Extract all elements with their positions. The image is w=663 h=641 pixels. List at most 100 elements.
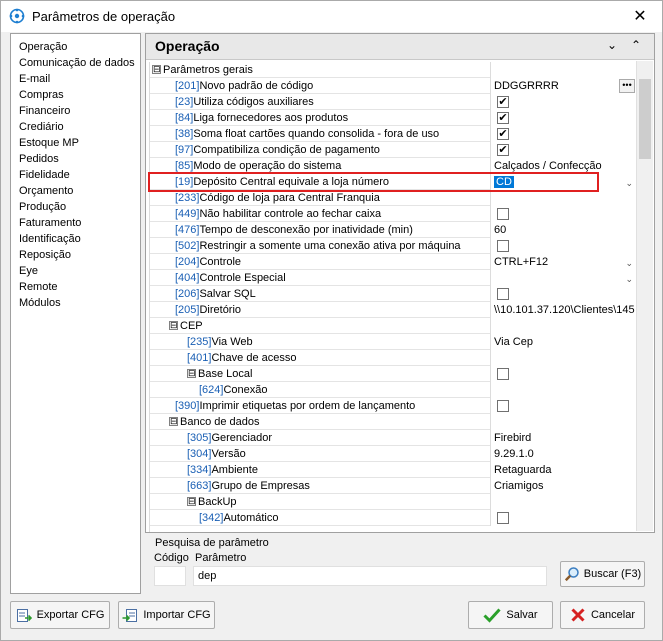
cancel-button[interactable]: Cancelar bbox=[560, 601, 645, 629]
sidebar-item[interactable]: Operação bbox=[11, 39, 140, 55]
parameter-row[interactable]: [23]Utiliza códigos auxiliares ✔ bbox=[150, 94, 636, 110]
checkbox[interactable]: ✔ bbox=[497, 144, 509, 156]
parameter-value[interactable] bbox=[490, 510, 636, 526]
checkbox[interactable] bbox=[497, 240, 509, 252]
parameter-row[interactable]: [502]Restringir a somente uma conexão at… bbox=[150, 238, 636, 254]
checkbox[interactable] bbox=[497, 400, 509, 412]
export-cfg-button[interactable]: Exportar CFG bbox=[10, 601, 110, 629]
collapse-toggle-icon[interactable]: ⊟ bbox=[187, 369, 196, 378]
parameter-value[interactable] bbox=[490, 382, 636, 398]
sidebar-item[interactable]: Reposição bbox=[11, 247, 140, 263]
sidebar-item[interactable]: Identificação bbox=[11, 231, 140, 247]
parameter-value[interactable] bbox=[490, 286, 636, 302]
parameter-value[interactable]: ✔ bbox=[490, 142, 636, 158]
parameter-row[interactable]: [205]Diretório \\10.101.37.120\Clientes\1… bbox=[150, 302, 636, 318]
parameter-row[interactable]: [206]Salvar SQL bbox=[150, 286, 636, 302]
group-row[interactable]: ⊟ BackUp bbox=[150, 494, 636, 510]
parameter-row[interactable]: [401]Chave de acesso bbox=[150, 350, 636, 366]
parameter-row[interactable]: [449]Não habilitar controle ao fechar ca… bbox=[150, 206, 636, 222]
sidebar-item[interactable]: Pedidos bbox=[11, 151, 140, 167]
search-button[interactable]: Buscar (F3) bbox=[560, 561, 645, 587]
collapse-toggle-icon[interactable]: ⊟ bbox=[187, 497, 196, 506]
parameter-row[interactable]: [334]Ambiente Retaguarda bbox=[150, 462, 636, 478]
checkbox[interactable]: ✔ bbox=[497, 128, 509, 140]
parameter-row[interactable]: [38]Soma float cartões quando consolida … bbox=[150, 126, 636, 142]
sidebar-item[interactable]: Crediário bbox=[11, 119, 140, 135]
sidebar-item[interactable]: Eye bbox=[11, 263, 140, 279]
parameter-value[interactable]: Firebird bbox=[490, 430, 636, 446]
parameter-value[interactable]: Via Cep bbox=[490, 334, 636, 350]
sidebar-item[interactable]: Estoque MP bbox=[11, 135, 140, 151]
parameter-row[interactable]: [305]Gerenciador Firebird bbox=[150, 430, 636, 446]
collapse-toggle-icon[interactable]: ⊟ bbox=[169, 417, 178, 426]
group-row[interactable]: ⊟ CEP bbox=[150, 318, 636, 334]
parameter-value[interactable] bbox=[490, 414, 636, 430]
parameter-value[interactable]: Criamigos bbox=[490, 478, 636, 494]
parameter-value[interactable] bbox=[490, 62, 636, 78]
checkbox[interactable] bbox=[497, 288, 509, 300]
parameter-row[interactable]: [233]Código de loja para Central Franqui… bbox=[150, 190, 636, 206]
checkbox[interactable]: ✔ bbox=[497, 112, 509, 124]
parameter-value[interactable]: ⌄ bbox=[490, 270, 636, 286]
sidebar-item[interactable]: Produção bbox=[11, 199, 140, 215]
parameter-value[interactable]: ✔ bbox=[490, 94, 636, 110]
parameter-value[interactable]: 9.29.1.0 bbox=[490, 446, 636, 462]
checkbox[interactable]: ✔ bbox=[497, 96, 509, 108]
parameter-value[interactable]: DDGGRRRR ••• bbox=[490, 78, 636, 94]
chevron-down-icon[interactable]: ⌄ bbox=[625, 175, 633, 190]
close-button[interactable]: ✕ bbox=[618, 2, 662, 30]
parameter-value[interactable] bbox=[490, 190, 636, 206]
parameter-value[interactable]: \\10.101.37.120\Clientes\145 bbox=[490, 302, 636, 318]
category-list[interactable]: Operação Comunicação de dados E-mail Compra… bbox=[10, 33, 141, 594]
parameter-value[interactable]: 60 bbox=[490, 222, 636, 238]
collapse-toggle-icon[interactable]: ⊟ bbox=[152, 65, 161, 74]
sidebar-item[interactable]: Remote bbox=[11, 279, 140, 295]
parameter-row[interactable]: [476]Tempo de desconexão por inatividade… bbox=[150, 222, 636, 238]
ellipsis-button[interactable]: ••• bbox=[619, 79, 635, 93]
collapse-all-icon[interactable]: ⌄ bbox=[604, 38, 620, 54]
checkbox[interactable] bbox=[497, 208, 509, 220]
parameter-row[interactable]: [97]Compatibiliza condição de pagamento ✔ bbox=[150, 142, 636, 158]
parameter-value[interactable] bbox=[490, 366, 636, 382]
parameter-row[interactable]: [390]Imprimir etiquetas por ordem de lan… bbox=[150, 398, 636, 414]
parameter-value[interactable] bbox=[490, 398, 636, 414]
parameter-row[interactable]: [84]Liga fornecedores aos produtos ✔ bbox=[150, 110, 636, 126]
sidebar-item[interactable]: Orçamento bbox=[11, 183, 140, 199]
parameter-row[interactable]: ⊟ Base Local bbox=[150, 366, 636, 382]
parameter-row[interactable]: [663]Grupo de Empresas Criamigos bbox=[150, 478, 636, 494]
sidebar-item[interactable]: Fidelidade bbox=[11, 167, 140, 183]
import-cfg-button[interactable]: Importar CFG bbox=[118, 601, 215, 629]
vertical-scrollbar[interactable] bbox=[636, 61, 653, 531]
parameter-row[interactable]: [201]Novo padrão de código DDGGRRRR ••• bbox=[150, 78, 636, 94]
parameter-row[interactable]: [204]Controle CTRL+F12 ⌄ bbox=[150, 254, 636, 270]
checkbox[interactable] bbox=[497, 512, 509, 524]
sidebar-item[interactable]: Financeiro bbox=[11, 103, 140, 119]
parameter-value[interactable] bbox=[490, 238, 636, 254]
parameter-value[interactable] bbox=[490, 318, 636, 334]
checkbox[interactable] bbox=[497, 368, 509, 380]
save-button[interactable]: Salvar bbox=[468, 601, 553, 629]
parameter-row[interactable]: [624]Conexão bbox=[150, 382, 636, 398]
parameter-row[interactable]: [404]Controle Especial ⌄ bbox=[150, 270, 636, 286]
parameter-row[interactable]: [304]Versão 9.29.1.0 bbox=[150, 446, 636, 462]
group-row[interactable]: ⊟ Parâmetros gerais bbox=[150, 62, 636, 78]
parameter-value[interactable] bbox=[490, 206, 636, 222]
parameter-search-input[interactable]: dep bbox=[193, 566, 547, 586]
chevron-down-icon[interactable]: ⌄ bbox=[625, 255, 633, 270]
parameter-value[interactable] bbox=[490, 494, 636, 510]
chevron-down-icon[interactable]: ⌄ bbox=[625, 271, 633, 286]
parameter-row[interactable]: [235]Via Web Via Cep bbox=[150, 334, 636, 350]
group-row[interactable]: ⊟ Banco de dados bbox=[150, 414, 636, 430]
parameter-value[interactable]: ✔ bbox=[490, 110, 636, 126]
expand-all-icon[interactable]: ⌃ bbox=[628, 38, 644, 54]
parameter-row[interactable]: [342]Automático bbox=[150, 510, 636, 526]
parameter-value[interactable]: Retaguarda bbox=[490, 462, 636, 478]
sidebar-item[interactable]: Módulos bbox=[11, 295, 140, 311]
scrollbar-thumb[interactable] bbox=[639, 79, 651, 159]
parameter-value[interactable] bbox=[490, 350, 636, 366]
sidebar-item[interactable]: Comunicação de dados bbox=[11, 55, 140, 71]
parameter-value[interactable]: CTRL+F12 ⌄ bbox=[490, 254, 636, 270]
sidebar-item[interactable]: E-mail bbox=[11, 71, 140, 87]
code-search-input[interactable] bbox=[154, 566, 186, 586]
sidebar-item[interactable]: Compras bbox=[11, 87, 140, 103]
